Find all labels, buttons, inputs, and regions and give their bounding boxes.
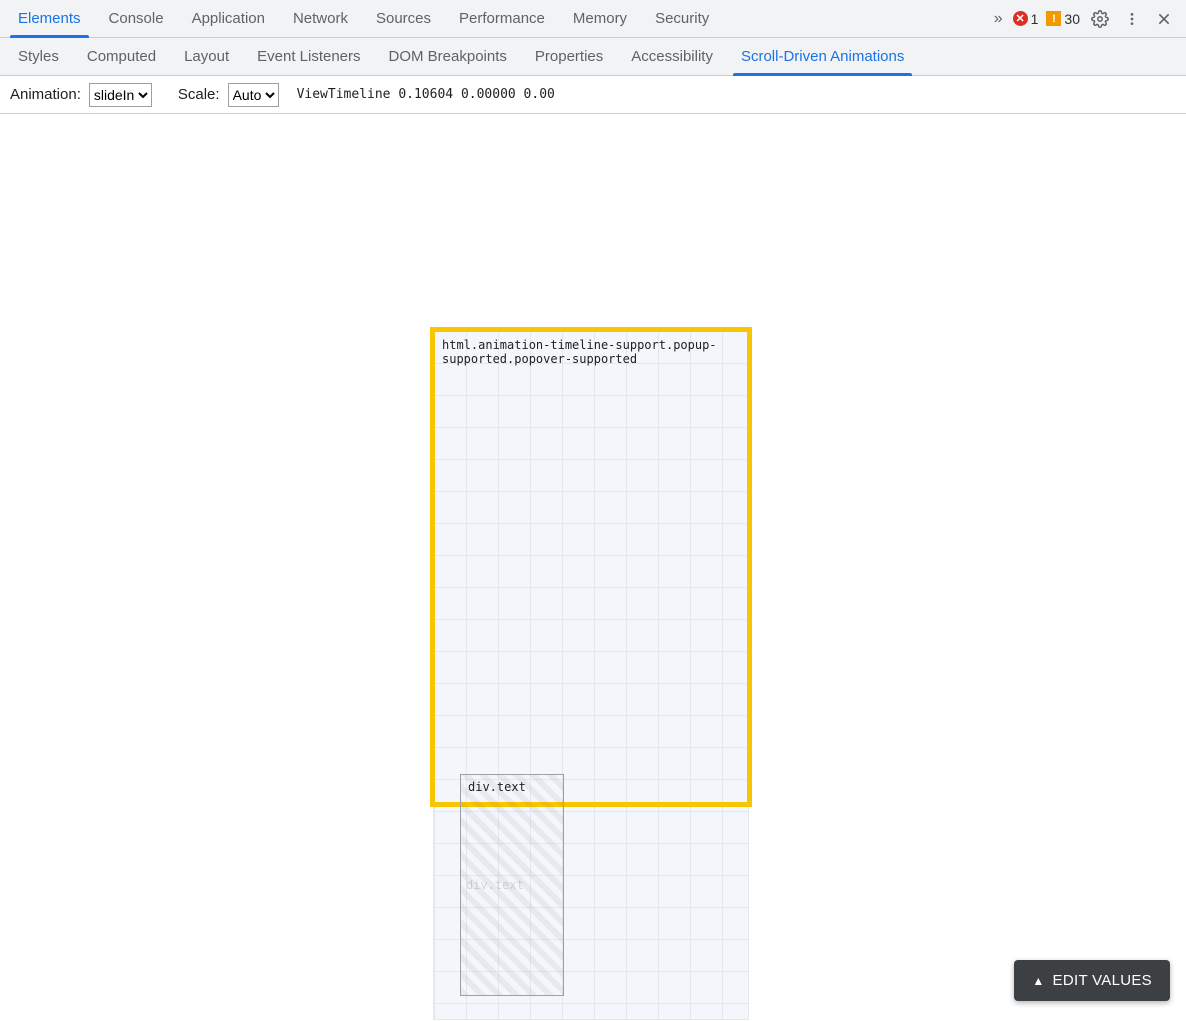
tab-label: Sources [376, 10, 431, 27]
subtab-scroll-driven-animations[interactable]: Scroll-Driven Animations [727, 38, 918, 75]
subject-element-ghost-label: div.text [466, 878, 524, 892]
tab-application[interactable]: Application [178, 0, 279, 37]
warning-count-badge[interactable]: ! 30 [1046, 11, 1080, 27]
tab-console[interactable]: Console [95, 0, 178, 37]
tab-label: Styles [18, 48, 59, 65]
tab-label: DOM Breakpoints [389, 48, 507, 65]
tab-label: Memory [573, 10, 627, 27]
tab-label: Properties [535, 48, 603, 65]
tab-performance[interactable]: Performance [445, 0, 559, 37]
warning-count: 30 [1064, 11, 1080, 27]
subtab-accessibility[interactable]: Accessibility [617, 38, 727, 75]
tab-security[interactable]: Security [641, 0, 723, 37]
triangle-up-icon: ▲ [1032, 974, 1044, 988]
tab-sources[interactable]: Sources [362, 0, 445, 37]
edit-values-label: EDIT VALUES [1053, 972, 1152, 989]
tab-label: Elements [18, 10, 81, 27]
settings-icon[interactable] [1088, 7, 1112, 31]
devtools-main-tabbar: Elements Console Application Network Sou… [0, 0, 1186, 38]
kebab-menu-icon[interactable] [1120, 7, 1144, 31]
error-count-badge[interactable]: ✕ 1 [1013, 11, 1039, 27]
tab-label: Application [192, 10, 265, 27]
root-node-label: html.animation-timeline-support.popup-su… [440, 336, 740, 369]
tab-label: Network [293, 10, 348, 27]
animation-select[interactable]: slideIn [89, 83, 152, 107]
scale-select[interactable]: Auto [228, 83, 279, 107]
tab-label: Security [655, 10, 709, 27]
subtab-properties[interactable]: Properties [521, 38, 617, 75]
sda-visualization: html.animation-timeline-support.popup-su… [0, 114, 1186, 1021]
more-tabs-icon[interactable]: » [992, 10, 1005, 28]
sda-toolbar: Animation: slideIn Scale: Auto ViewTimel… [0, 76, 1186, 114]
tab-label: Console [109, 10, 164, 27]
tab-label: Accessibility [631, 48, 713, 65]
tab-elements[interactable]: Elements [4, 0, 95, 37]
tab-label: Layout [184, 48, 229, 65]
subtab-computed[interactable]: Computed [73, 38, 170, 75]
tab-label: Computed [87, 48, 156, 65]
warning-icon: ! [1046, 11, 1061, 26]
edit-values-button[interactable]: ▲ EDIT VALUES [1014, 960, 1170, 1001]
close-icon[interactable] [1152, 7, 1176, 31]
subtab-styles[interactable]: Styles [4, 38, 73, 75]
error-count: 1 [1031, 11, 1039, 27]
tab-label: Event Listeners [257, 48, 360, 65]
scale-label: Scale: [178, 86, 220, 103]
tab-label: Performance [459, 10, 545, 27]
elements-sidebar-tabs: Styles Computed Layout Event Listeners D… [0, 38, 1186, 76]
animation-label: Animation: [10, 86, 81, 103]
devtools-toolbar-right: » ✕ 1 ! 30 [992, 7, 1182, 31]
subtab-event-listeners[interactable]: Event Listeners [243, 38, 374, 75]
tab-memory[interactable]: Memory [559, 0, 641, 37]
timeline-readout: ViewTimeline 0.10604 0.00000 0.00 [297, 87, 555, 102]
error-icon: ✕ [1013, 11, 1028, 26]
subject-element-label: div.text [466, 778, 528, 796]
subtab-dom-breakpoints[interactable]: DOM Breakpoints [375, 38, 521, 75]
tab-network[interactable]: Network [279, 0, 362, 37]
subtab-layout[interactable]: Layout [170, 38, 243, 75]
tab-label: Scroll-Driven Animations [741, 48, 904, 65]
